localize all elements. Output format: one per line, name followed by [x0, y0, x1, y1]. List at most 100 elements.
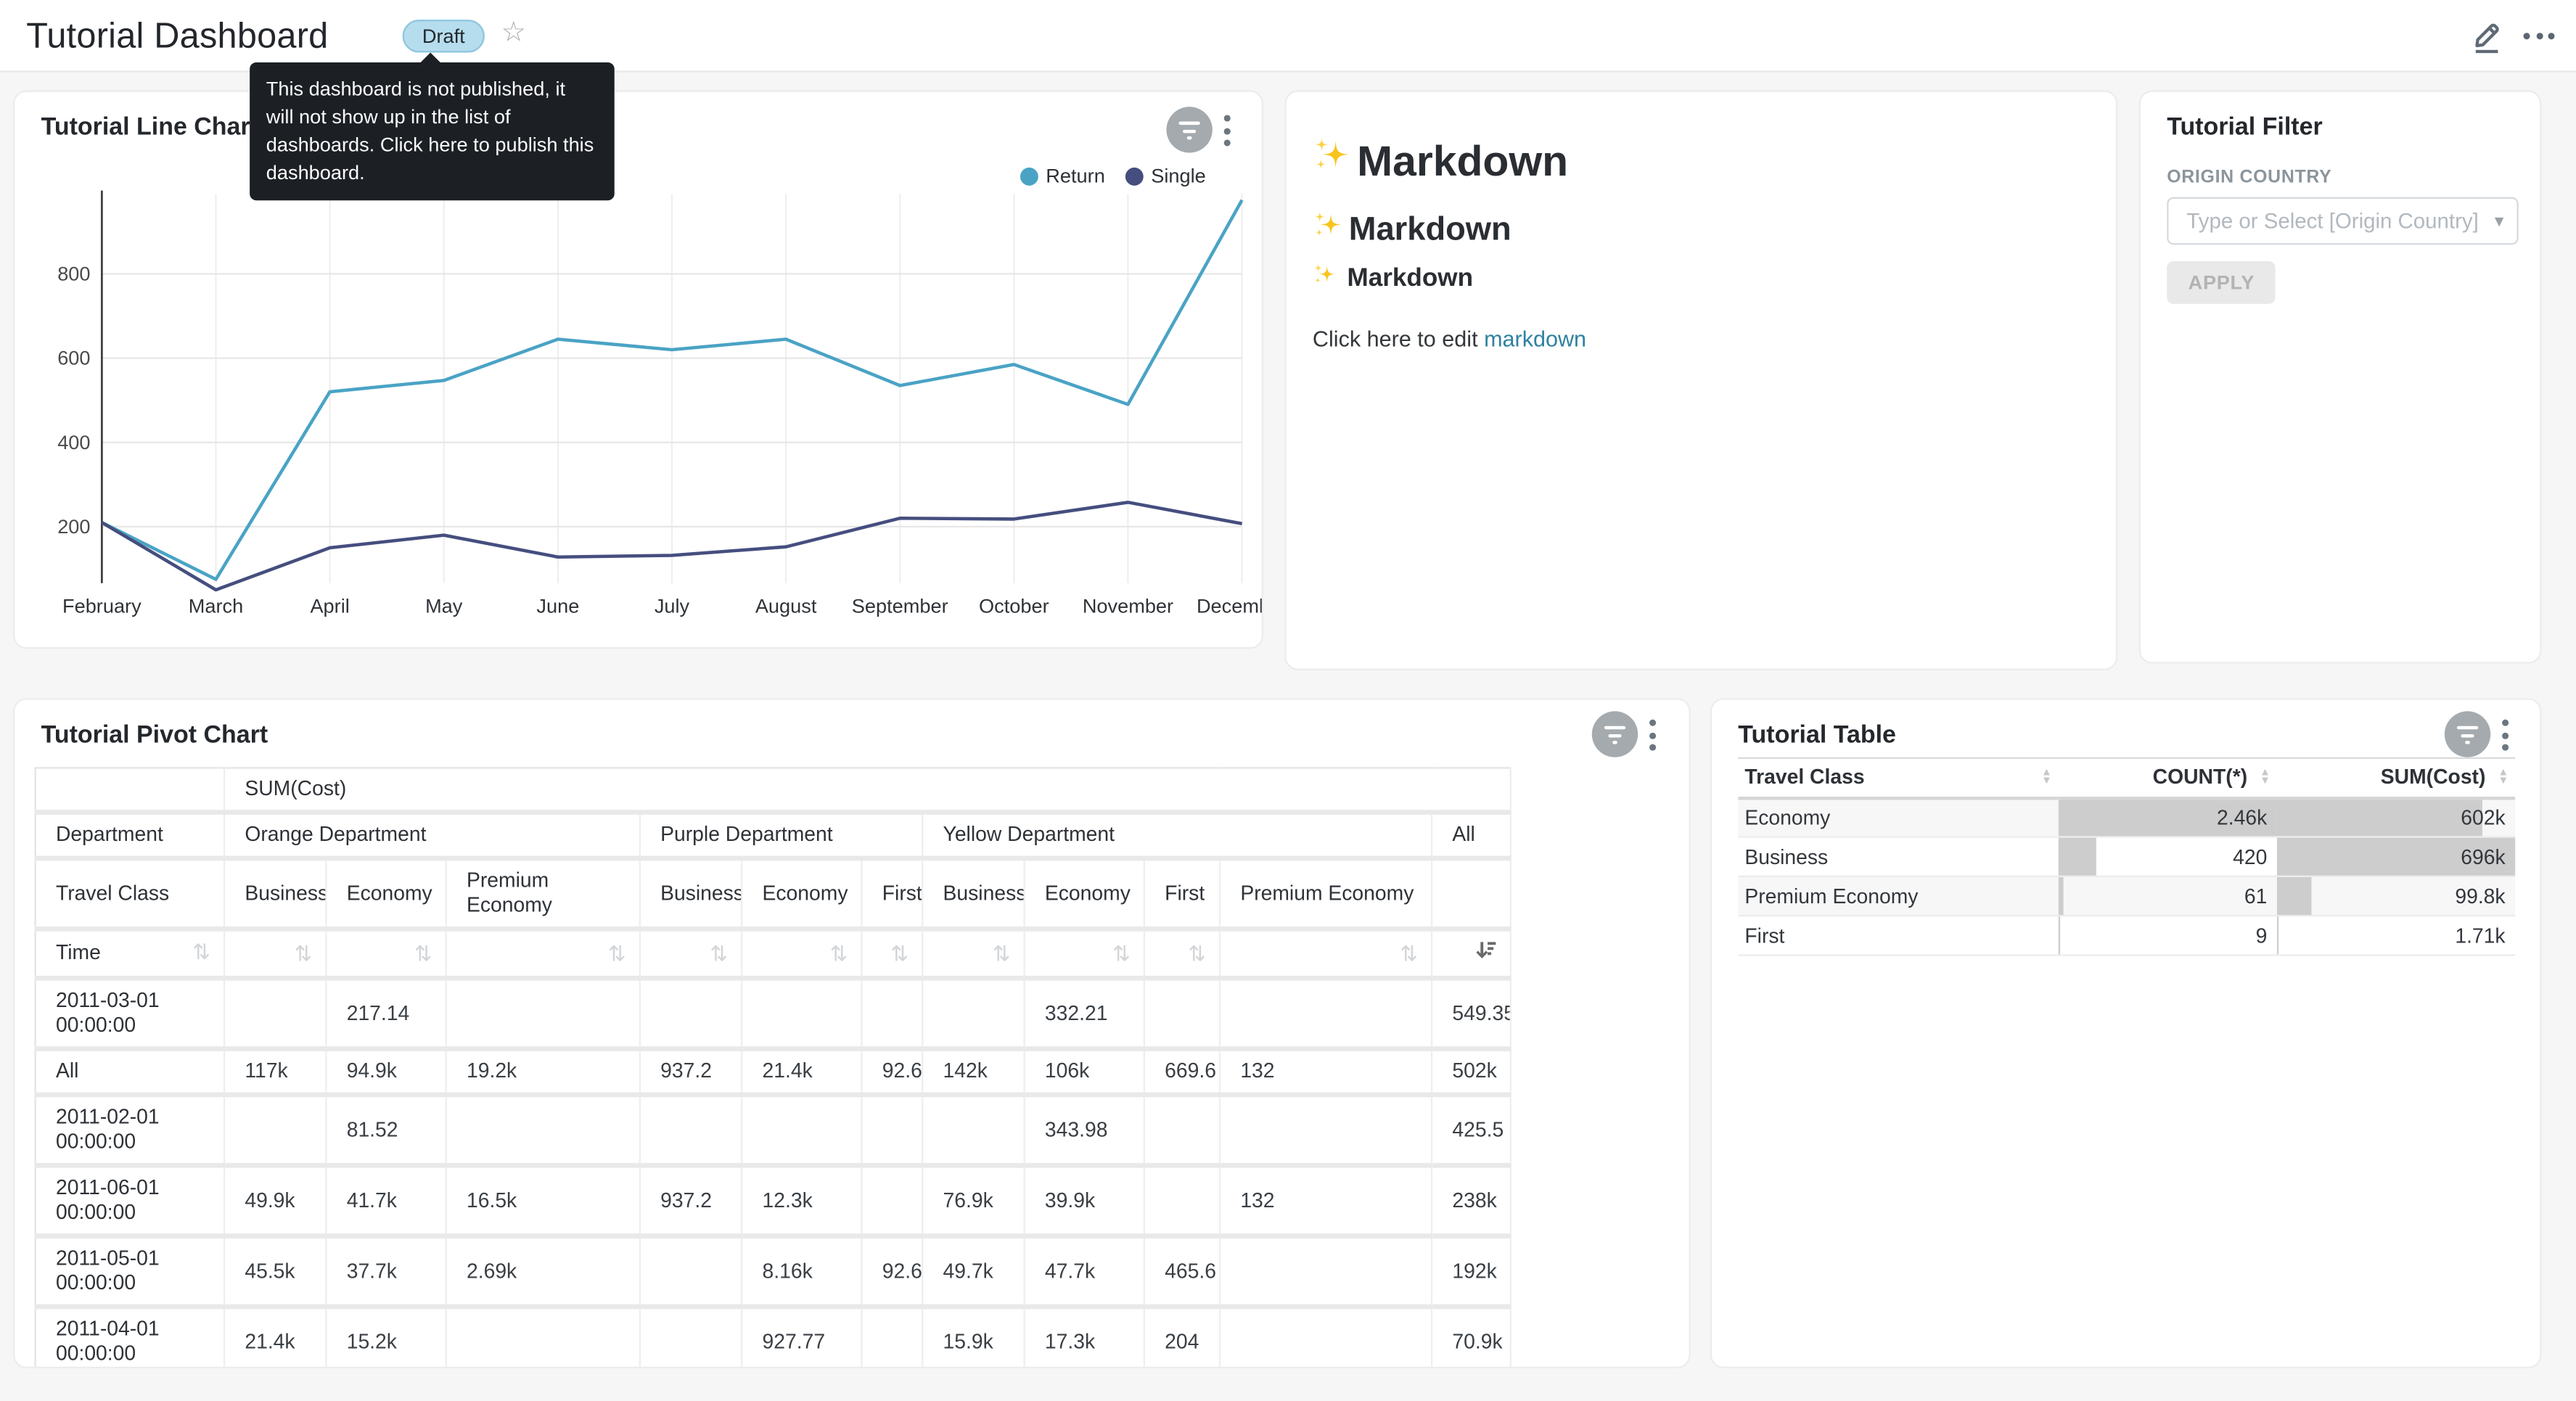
pivot-cell: 15.9k [922, 1307, 1024, 1368]
chart-menu-icon[interactable] [1221, 112, 1234, 149]
pivot-cell: 19.2k [446, 1049, 640, 1095]
sort-icon[interactable]: ⇅ [993, 943, 1011, 964]
sparkles-icon [1313, 210, 1344, 252]
pivot-cell: 8.16k [742, 1236, 861, 1307]
pivot-cell [742, 978, 861, 1048]
column-header-count[interactable]: COUNT(*)▲▼ [2059, 758, 2277, 797]
sort-icon[interactable]: ⇅ [1112, 943, 1131, 964]
markdown-edit-link[interactable]: markdown [1484, 327, 1586, 352]
column-header-sum-cost[interactable]: SUM(Cost)▲▼ [2277, 758, 2515, 797]
origin-country-select[interactable]: Type or Select [Origin Country] ▾ [2167, 197, 2518, 245]
pivot-cell: 45.5k [224, 1236, 326, 1307]
pivot-cell [922, 978, 1024, 1048]
pivot-cell: 94.9k [326, 1049, 446, 1095]
pivot-cell: 92.6 [861, 1236, 922, 1307]
chart-menu-icon[interactable] [2499, 716, 2512, 754]
travel-class-cell: First [1738, 916, 2058, 955]
pivot-cell: 117k [224, 1049, 326, 1095]
line-chart[interactable]: 200400600800FebruaryMarchAprilMayJuneJul… [15, 187, 1263, 641]
pivot-table: SUM(Cost)DepartmentOrange DepartmentPurp… [35, 767, 1512, 1368]
pivot-cell: 2.69k [446, 1236, 640, 1307]
pivot-cell: 21.4k [742, 1049, 861, 1095]
pivot-cell [640, 1095, 742, 1165]
chart-menu-icon[interactable] [1646, 716, 1660, 754]
pivot-group-header: Orange Department [224, 813, 640, 858]
pivot-cell [446, 978, 640, 1048]
sort-icon[interactable]: ⇅ [414, 943, 432, 964]
sort-icon[interactable]: ⇅ [830, 943, 848, 964]
favorite-star-icon[interactable]: ☆ [501, 17, 527, 49]
sparkles-icon [1313, 136, 1352, 187]
cross-filter-icon[interactable] [2445, 711, 2490, 757]
pivot-cell [1220, 978, 1432, 1048]
pivot-cell [640, 1307, 742, 1368]
draft-badge[interactable]: Draft [403, 20, 485, 52]
pivot-class-header: Economy [742, 858, 861, 929]
pivot-class-header: Business [224, 858, 326, 929]
edit-dashboard-icon[interactable] [2469, 18, 2506, 54]
sort-desc-active-icon[interactable] [1475, 940, 1496, 967]
pivot-cell: 21.4k [224, 1307, 326, 1368]
sort-icon[interactable]: ⇅ [1400, 943, 1418, 964]
sort-icon[interactable]: ⇅ [294, 943, 312, 964]
sort-carets-icon[interactable]: ▲▼ [2041, 769, 2052, 786]
cross-filter-icon[interactable] [1166, 107, 1212, 152]
pivot-cell [1220, 1307, 1432, 1368]
sparkles-icon [1313, 263, 1337, 295]
sort-icon[interactable]: ⇅ [710, 943, 728, 964]
filter-panel-title: Tutorial Filter [2167, 113, 2322, 141]
legend-item-return[interactable]: Return [1020, 164, 1105, 187]
table-header-row: Travel Class▲▼COUNT(*)▲▼SUM(Cost)▲▼ [1738, 758, 2515, 797]
more-actions-icon[interactable] [2524, 33, 2555, 39]
pivot-cell: 142k [922, 1049, 1024, 1095]
pivot-cell: 332.21 [1025, 978, 1144, 1048]
svg-text:600: 600 [57, 347, 90, 369]
data-table: Travel Class▲▼COUNT(*)▲▼SUM(Cost)▲▼Econo… [1738, 757, 2515, 956]
pivot-cell: 12.3k [742, 1165, 861, 1236]
pivot-cell: 41.7k [326, 1165, 446, 1236]
pivot-cell [861, 978, 922, 1048]
value-bar [2277, 916, 2278, 954]
pivot-cell: 47.7k [1025, 1236, 1144, 1307]
table-row: Business420696k [1738, 837, 2515, 876]
sum-cell: 99.8k [2277, 876, 2515, 916]
pivot-class-header [1432, 858, 1511, 929]
sort-icon[interactable]: ⇅ [890, 943, 908, 964]
svg-text:October: October [979, 594, 1049, 617]
sort-icon[interactable]: ⇅ [1188, 943, 1206, 964]
pivot-cell [861, 1307, 922, 1368]
pivot-panel-title: Tutorial Pivot Chart [41, 721, 268, 749]
svg-text:December: December [1197, 594, 1263, 617]
count-cell: 61 [2059, 876, 2277, 916]
pivot-cell [861, 1165, 922, 1236]
chart-legend: Return Single [1020, 164, 1206, 187]
line-chart-panel: Tutorial Line Chart Return Single 2004006… [13, 91, 1263, 649]
sort-icon[interactable]: ⇅ [608, 943, 626, 964]
travel-class-cell: Business [1738, 837, 2058, 876]
sort-carets-icon[interactable]: ▲▼ [2498, 769, 2509, 786]
line-chart-title: Tutorial Line Chart [41, 113, 258, 141]
pivot-cell: 549.35 [1432, 978, 1511, 1048]
pivot-cell: 465.6 [1144, 1236, 1220, 1307]
sort-icon[interactable]: ⇅ [192, 941, 210, 962]
cross-filter-icon[interactable] [1592, 711, 1638, 757]
pivot-cell: 238k [1432, 1165, 1511, 1236]
svg-text:May: May [425, 594, 463, 617]
value-bar [2059, 838, 2096, 876]
pivot-cell [224, 978, 326, 1048]
markdown-paragraph: Click here to edit markdown [1313, 327, 1586, 352]
pivot-cell: 217.14 [326, 978, 446, 1048]
pivot-data-row: 2011-06-01 00:00:0049.9k41.7k16.5k937.21… [36, 1165, 1511, 1236]
legend-item-single[interactable]: Single [1125, 164, 1206, 187]
pivot-cell: 16.5k [446, 1165, 640, 1236]
column-header-travel-class[interactable]: Travel Class▲▼ [1738, 758, 2058, 797]
pivot-class-header: Economy [326, 858, 446, 929]
pivot-cell: 81.52 [326, 1095, 446, 1165]
pivot-cell: 76.9k [922, 1165, 1024, 1236]
sort-carets-icon[interactable]: ▲▼ [2260, 769, 2271, 786]
apply-button[interactable]: APPLY [2167, 261, 2276, 304]
pivot-class-header: Premium Economy [446, 858, 640, 929]
dashboard-header: Tutorial Dashboard Draft ☆ [0, 0, 2576, 73]
value-bar [2277, 799, 2483, 836]
pivot-cell: 927.77 [742, 1307, 861, 1368]
